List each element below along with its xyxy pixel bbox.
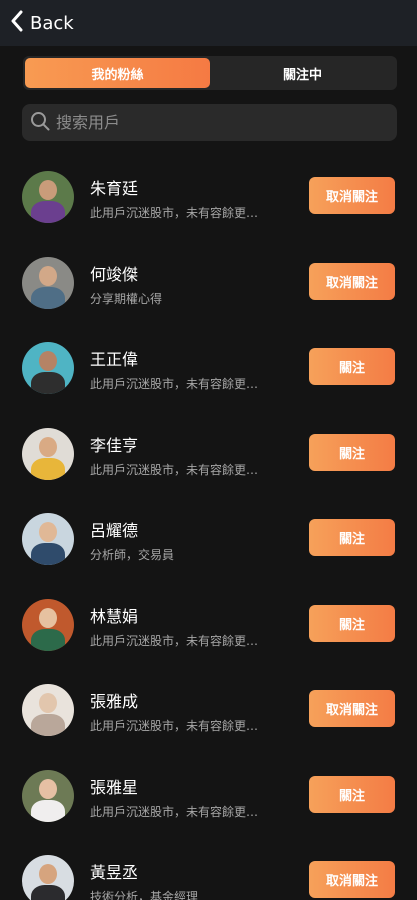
user-name[interactable]: 呂耀德 (90, 517, 138, 541)
list-item[interactable]: 林慧娟此用戶沉迷股市，未有容餘更… 關注 (0, 583, 417, 669)
list-item[interactable]: 張雅成此用戶沉迷股市，未有容餘更… 取消關注 (0, 668, 417, 754)
list-item[interactable]: 李佳亨此用戶沉迷股市，未有容餘更… 關注 (0, 412, 417, 498)
user-description: 分享期權心得 (90, 291, 163, 306)
user-description: 此用戶沉迷股市，未有容餘更… (90, 377, 259, 391)
follow-button[interactable]: 取消關注 (309, 262, 395, 300)
top-bar: Back (0, 0, 417, 46)
list-item[interactable]: 何竣傑分享期權心得 取消關注 (0, 241, 417, 327)
avatar[interactable] (22, 855, 74, 900)
avatar-head-shape (39, 265, 57, 286)
tab-following[interactable]: 關注中 (210, 58, 395, 88)
app-screen: Back 我的粉絲 關注中 朱育廷此用戶沉迷股市，未有容餘更…取消關注何竣傑分享… (0, 0, 417, 900)
user-name[interactable]: 林慧娟 (90, 603, 138, 627)
avatar[interactable] (22, 513, 74, 565)
tab-my-fans[interactable]: 我的粉絲 (25, 58, 210, 88)
list-item[interactable]: 王正偉此用戶沉迷股市，未有容餘更… 關注 (0, 326, 417, 412)
avatar-head-shape (39, 778, 57, 799)
user-name[interactable]: 王正偉 (90, 346, 138, 370)
avatar-head-shape (39, 351, 57, 371)
list-item[interactable]: 黃昱丞技術分析，基金經理 取消關注 (0, 839, 417, 900)
follow-button[interactable]: 取消關注 (309, 861, 395, 898)
list-item[interactable]: 呂耀德分析師，交易員 關注 (0, 497, 417, 583)
avatar[interactable] (22, 342, 74, 394)
search-bar (22, 104, 397, 141)
avatar[interactable] (22, 171, 74, 223)
user-name[interactable]: 朱育廷 (90, 175, 138, 199)
avatar-head-shape (39, 436, 57, 457)
avatar-body-shape (31, 457, 65, 480)
avatar-body-shape (31, 372, 65, 394)
avatar-body-shape (31, 543, 65, 565)
avatar-head-shape (39, 180, 57, 200)
follow-button[interactable]: 關注 (309, 775, 395, 813)
avatar[interactable] (22, 769, 74, 822)
avatar-body-shape (31, 799, 65, 822)
user-description: 此用戶沉迷股市，未有容餘更… (90, 206, 259, 220)
avatar-head-shape (39, 607, 57, 628)
list-item[interactable]: 朱育廷此用戶沉迷股市，未有容餘更… 取消關注 (0, 155, 417, 241)
user-description: 分析師，交易員 (90, 548, 175, 562)
avatar-body-shape (31, 885, 65, 900)
user-name[interactable]: 何竣傑 (90, 261, 138, 285)
follow-button[interactable]: 關注 (309, 348, 395, 385)
avatar-head-shape (39, 693, 57, 713)
follow-button[interactable]: 關注 (309, 433, 395, 471)
avatar[interactable] (22, 256, 74, 309)
user-name[interactable]: 張雅成 (90, 688, 138, 712)
search-input[interactable] (56, 113, 376, 132)
user-description: 此用戶沉迷股市，未有容餘更… (90, 462, 259, 477)
list-item[interactable]: 張雅星此用戶沉迷股市，未有容餘更… 關注 (0, 754, 417, 840)
user-list: 朱育廷 此用戶沉迷股市，未有容餘更… 取消關注 何竣傑 分享期權心得 取消關注 王正偉 此用戶… (0, 155, 417, 900)
user-description: 此用戶沉迷股市，未有容餘更… (90, 633, 259, 648)
user-name[interactable]: 李佳亨 (90, 432, 138, 456)
avatar-body-shape (31, 628, 65, 651)
user-description: 此用戶沉迷股市，未有容餘更… (90, 719, 259, 733)
follow-button[interactable]: 取消關注 (309, 690, 395, 727)
follow-button[interactable]: 關注 (309, 519, 395, 556)
avatar[interactable] (22, 598, 74, 651)
follow-button[interactable]: 關注 (309, 604, 395, 642)
avatar[interactable] (22, 427, 74, 480)
avatar-head-shape (39, 864, 57, 884)
follow-button[interactable]: 取消關注 (309, 177, 395, 214)
search-icon (30, 111, 50, 135)
chevron-left-icon (10, 10, 24, 36)
avatar-body-shape (31, 286, 65, 309)
user-description: 技術分析，基金經理 (90, 890, 199, 900)
user-name[interactable]: 黃昱丞 (90, 859, 138, 883)
avatar-head-shape (39, 522, 57, 542)
avatar-body-shape (31, 201, 65, 223)
back-button[interactable]: Back (0, 0, 74, 46)
tab-bar: 我的粉絲 關注中 (23, 56, 397, 90)
back-label: Back (30, 12, 74, 34)
user-name[interactable]: 張雅星 (90, 774, 138, 798)
user-description: 此用戶沉迷股市，未有容餘更… (90, 804, 259, 819)
avatar-body-shape (31, 714, 65, 736)
avatar[interactable] (22, 684, 74, 736)
